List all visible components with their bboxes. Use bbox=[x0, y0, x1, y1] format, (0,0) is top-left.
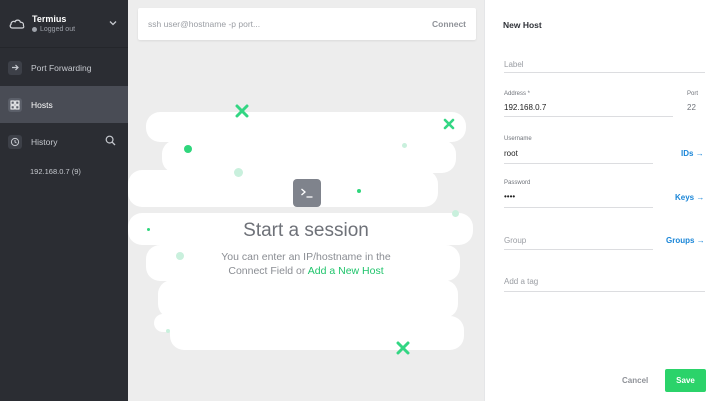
group-placeholder: Group bbox=[504, 236, 527, 245]
decor-blob bbox=[146, 112, 466, 142]
decor-dot bbox=[452, 210, 459, 217]
decor-blob bbox=[158, 280, 458, 318]
address-label: Address * bbox=[504, 91, 531, 97]
grid-icon bbox=[8, 97, 22, 112]
groups-link-label: Groups bbox=[666, 236, 695, 245]
sidebar-item-label: Hosts bbox=[31, 99, 53, 110]
tag-placeholder: Add a tag bbox=[504, 277, 539, 286]
group-field[interactable]: Group bbox=[504, 236, 653, 252]
arrow-right-icon: → bbox=[696, 236, 705, 245]
decor-dot bbox=[402, 143, 407, 148]
main-area: Start a session You can enter an IP/host… bbox=[128, 48, 484, 401]
port-field[interactable]: Port 22 bbox=[687, 91, 705, 117]
sidebar-item-label: Port Forwarding bbox=[31, 62, 92, 73]
keys-link-label: Keys bbox=[675, 193, 695, 202]
field-underline bbox=[504, 291, 705, 292]
save-button[interactable]: Save bbox=[665, 369, 706, 392]
password-value: •••• bbox=[504, 192, 516, 201]
field-underline bbox=[504, 207, 653, 208]
status-dot-icon bbox=[32, 27, 37, 32]
new-host-panel: New Host Label Address * 192.168.0.7 Por… bbox=[484, 0, 720, 401]
cancel-button[interactable]: Cancel bbox=[622, 376, 648, 385]
arrow-right-icon bbox=[8, 60, 22, 75]
address-field[interactable]: Address * 192.168.0.7 bbox=[504, 91, 673, 117]
label-placeholder: Label bbox=[504, 60, 524, 69]
connect-button[interactable]: Connect bbox=[432, 19, 466, 29]
sparkle-icon bbox=[443, 118, 455, 130]
session-hint-prefix: Connect Field or bbox=[228, 265, 308, 277]
label-field[interactable]: Label bbox=[504, 58, 705, 74]
decor-dot bbox=[166, 329, 170, 333]
sidebar-item-history[interactable]: History bbox=[0, 123, 128, 160]
username-field[interactable]: Username root bbox=[504, 136, 653, 164]
sparkle-icon bbox=[396, 341, 410, 355]
decor-dot bbox=[184, 145, 192, 153]
session-title: Start a session bbox=[243, 220, 369, 241]
panel-title: New Host bbox=[503, 20, 542, 30]
field-underline bbox=[504, 249, 653, 250]
password-field[interactable]: Password •••• bbox=[504, 180, 653, 208]
chevron-down-icon[interactable] bbox=[108, 18, 118, 28]
account-status-text: Logged out bbox=[40, 26, 76, 33]
keys-link[interactable]: Keys → bbox=[675, 193, 704, 202]
account-header[interactable]: Termius Logged out bbox=[0, 0, 128, 48]
sidebar-item-port-forwarding[interactable]: Port Forwarding bbox=[0, 49, 128, 86]
sidebar-item-hosts[interactable]: Hosts bbox=[0, 86, 128, 123]
decor-blob bbox=[128, 170, 438, 207]
tag-field[interactable]: Add a tag bbox=[504, 277, 705, 293]
sidebar-item-label: History bbox=[31, 136, 58, 147]
terminal-icon bbox=[293, 179, 321, 207]
field-underline bbox=[504, 72, 705, 73]
decor-dot bbox=[234, 168, 243, 177]
groups-link[interactable]: Groups → bbox=[666, 236, 705, 245]
session-hint-line: You can enter an IP/hostname in the bbox=[221, 251, 391, 263]
username-label: Username bbox=[504, 136, 532, 142]
ids-link-label: IDs bbox=[681, 149, 694, 158]
arrow-right-icon: → bbox=[696, 193, 705, 202]
session-hint: You can enter an IP/hostname in the Conn… bbox=[128, 250, 484, 278]
decor-blob bbox=[162, 140, 456, 173]
arrow-right-icon: → bbox=[695, 149, 704, 158]
history-entry[interactable]: 192.168.0.7 (9) bbox=[0, 160, 128, 182]
decor-blob bbox=[170, 316, 464, 350]
search-icon[interactable] bbox=[105, 135, 116, 146]
decor-dot bbox=[357, 189, 361, 193]
port-value: 22 bbox=[687, 103, 696, 112]
connect-input[interactable] bbox=[148, 19, 432, 29]
port-label: Port bbox=[687, 91, 699, 97]
session-hint-line: Connect Field or Add a New Host bbox=[128, 264, 484, 278]
add-new-host-link[interactable]: Add a New Host bbox=[308, 265, 384, 277]
connect-bar: Connect bbox=[138, 8, 476, 40]
field-underline bbox=[504, 163, 653, 164]
sparkle-icon bbox=[235, 104, 249, 118]
username-value: root bbox=[504, 149, 518, 158]
account-status: Logged out bbox=[32, 26, 75, 33]
sidebar: Termius Logged out Port Forwarding Hosts bbox=[0, 0, 128, 401]
history-icon bbox=[8, 134, 22, 149]
field-underline bbox=[504, 116, 673, 117]
cloud-icon bbox=[9, 19, 25, 29]
account-name: Termius bbox=[32, 14, 67, 24]
ids-link[interactable]: IDs → bbox=[681, 149, 704, 158]
password-label: Password bbox=[504, 180, 531, 186]
address-value: 192.168.0.7 bbox=[504, 103, 547, 112]
